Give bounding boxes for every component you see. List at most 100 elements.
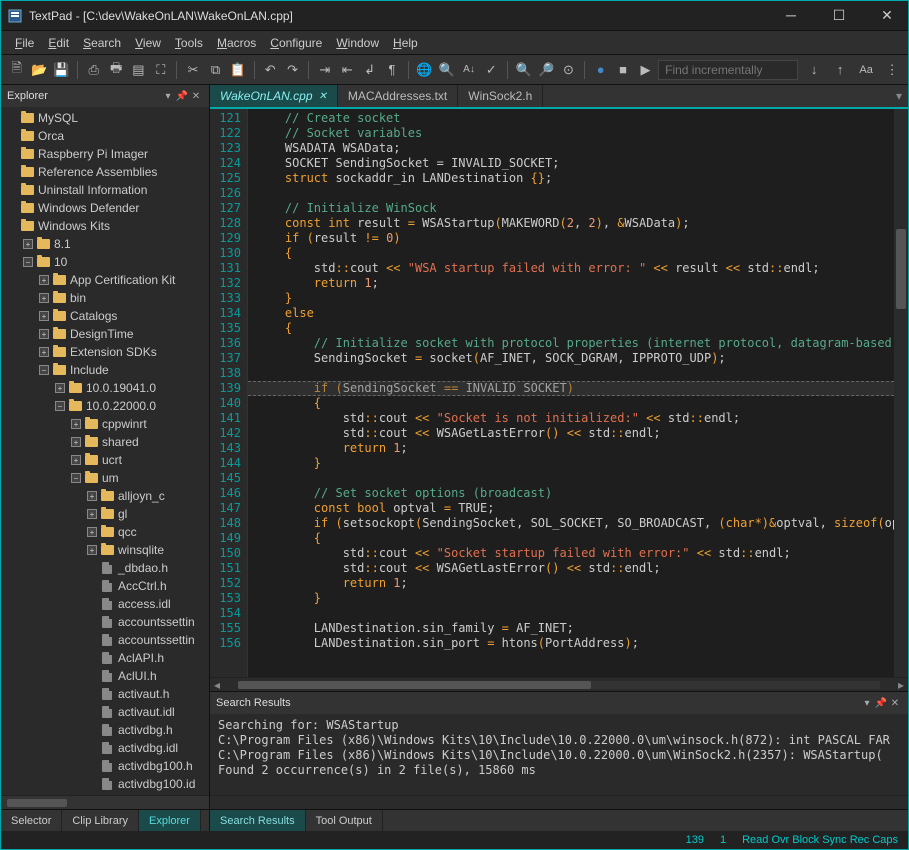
panel-pin-icon[interactable]: 📌 [175, 91, 189, 102]
code-line[interactable]: { [256, 396, 894, 411]
search-scrollbar-h[interactable] [210, 795, 908, 809]
code-line[interactable]: SOCKET SendingSocket = INVALID_SOCKET; [256, 156, 894, 171]
menu-file[interactable]: File [9, 36, 40, 50]
find-next-icon[interactable]: ↓ [804, 60, 824, 80]
output-tab-tool-output[interactable]: Tool Output [306, 810, 383, 831]
tree-twisty-icon[interactable]: + [37, 347, 51, 358]
find-prev-icon[interactable]: ↑ [830, 60, 850, 80]
editor-scrollbar-h[interactable]: ◂ ▸ [210, 677, 908, 691]
file-item[interactable]: activaut.h [1, 685, 209, 703]
file-item[interactable]: activdbg100.id [1, 775, 209, 793]
folder-item[interactable]: +gl [1, 505, 209, 523]
code-line[interactable]: const bool optval = TRUE; [256, 501, 894, 516]
menu-search[interactable]: Search [77, 36, 127, 50]
tree-twisty-icon[interactable]: + [21, 239, 35, 250]
folder-item[interactable]: Windows Kits [1, 217, 209, 235]
code-line[interactable]: } [256, 291, 894, 306]
new-file-icon[interactable]: 🗎 [7, 60, 26, 80]
side-tab-selector[interactable]: Selector [1, 810, 62, 831]
file-item[interactable]: accountssettin [1, 613, 209, 631]
folder-item[interactable]: Windows Defender [1, 199, 209, 217]
code-editor[interactable]: 1211221231241251261271281291301311321331… [210, 109, 908, 677]
code-line[interactable]: return 1; [256, 576, 894, 591]
menu-edit[interactable]: Edit [42, 36, 75, 50]
code-line[interactable]: std::cout << "Socket startup failed with… [256, 546, 894, 561]
file-tree[interactable]: MySQLOrcaRaspberry Pi ImagerReference As… [1, 107, 209, 795]
zoom-reset-icon[interactable]: ⊙ [559, 60, 578, 80]
folder-item[interactable]: +10.0.19041.0 [1, 379, 209, 397]
open-file-icon[interactable]: 📂 [29, 60, 48, 80]
folder-item[interactable]: −10 [1, 253, 209, 271]
panel-menu-icon[interactable]: ▾ [860, 698, 874, 709]
folder-item[interactable]: Orca [1, 127, 209, 145]
tree-twisty-icon[interactable]: − [53, 401, 67, 412]
minimize-button[interactable]: ─ [776, 7, 806, 24]
code-line[interactable]: { [256, 246, 894, 261]
folder-item[interactable]: +qcc [1, 523, 209, 541]
save-icon[interactable]: 💾 [52, 60, 71, 80]
tree-twisty-icon[interactable]: − [21, 257, 35, 268]
tree-scrollbar-h[interactable] [1, 795, 209, 809]
tree-twisty-icon[interactable]: + [85, 491, 99, 502]
code-line[interactable]: if (setsockopt(SendingSocket, SOL_SOCKET… [256, 516, 894, 531]
find-menu-icon[interactable]: ⋮ [882, 60, 902, 80]
menu-configure[interactable]: Configure [264, 36, 328, 50]
code-line[interactable]: std::cout << WSAGetLastError() << std::e… [256, 561, 894, 576]
sort-az-icon[interactable]: A↓ [459, 60, 478, 80]
file-item[interactable]: activdbg.idl [1, 739, 209, 757]
code-line[interactable] [256, 471, 894, 486]
search-result-line[interactable]: Searching for: WSAStartup [218, 718, 900, 733]
code-line[interactable]: LANDestination.sin_port = htons(PortAddr… [256, 636, 894, 651]
tree-twisty-icon[interactable]: + [85, 527, 99, 538]
code-line[interactable]: WSADATA WSAData; [256, 141, 894, 156]
side-tab-explorer[interactable]: Explorer [139, 810, 201, 831]
code-line[interactable]: // Set socket options (broadcast) [256, 486, 894, 501]
code-line[interactable]: return 1; [256, 441, 894, 456]
folder-item[interactable]: +bin [1, 289, 209, 307]
code-line[interactable]: const int result = WSAStartup(MAKEWORD(2… [256, 216, 894, 231]
file-item[interactable]: activaut.idl [1, 703, 209, 721]
folder-item[interactable]: +ucrt [1, 451, 209, 469]
match-case-icon[interactable]: Aa [856, 60, 876, 80]
code-line[interactable]: std::cout << "WSA startup failed with er… [256, 261, 894, 276]
tree-twisty-icon[interactable]: + [53, 383, 67, 394]
file-item[interactable]: _dbdao.h [1, 559, 209, 577]
output-tab-search-results[interactable]: Search Results [210, 810, 306, 831]
file-item[interactable]: activdbg.h [1, 721, 209, 739]
folder-item[interactable]: +DesignTime [1, 325, 209, 343]
code-line[interactable] [256, 186, 894, 201]
tree-twisty-icon[interactable]: + [69, 437, 83, 448]
code-line[interactable]: // Socket variables [256, 126, 894, 141]
file-item[interactable]: activdbg100.h [1, 757, 209, 775]
editor-tab[interactable]: WinSock2.h [458, 85, 543, 107]
panel-close-icon[interactable]: ✕ [888, 698, 902, 709]
folder-item[interactable]: +alljoyn_c [1, 487, 209, 505]
tree-twisty-icon[interactable]: + [37, 311, 51, 322]
code-line[interactable]: { [256, 531, 894, 546]
code-line[interactable]: return 1; [256, 276, 894, 291]
code-line[interactable] [256, 366, 894, 381]
tab-close-icon[interactable]: ✕ [319, 91, 327, 102]
code-line[interactable]: struct sockaddr_in LANDestination {}; [256, 171, 894, 186]
record-icon[interactable]: ● [591, 60, 610, 80]
code-line[interactable] [256, 606, 894, 621]
editor-tab[interactable]: MACAddresses.txt [338, 85, 458, 107]
folder-item[interactable]: +Catalogs [1, 307, 209, 325]
code-line[interactable]: if (result != 0) [256, 231, 894, 246]
menu-tools[interactable]: Tools [169, 36, 209, 50]
undo-icon[interactable]: ↶ [261, 60, 280, 80]
search-result-line[interactable]: C:\Program Files (x86)\Windows Kits\10\I… [218, 733, 900, 748]
paste-icon[interactable]: 📋 [228, 60, 247, 80]
code-line[interactable]: // Initialize socket with protocol prope… [256, 336, 894, 351]
spellcheck-icon[interactable]: ✓ [482, 60, 501, 80]
code-line[interactable]: // Initialize WinSock [256, 201, 894, 216]
copy-icon[interactable]: ⧉ [206, 60, 225, 80]
print-preview-icon[interactable]: ▤ [129, 60, 148, 80]
cut-icon[interactable]: ✂ [183, 60, 202, 80]
editor-scrollbar-v[interactable] [894, 109, 908, 677]
outdent-icon[interactable]: ⇤ [338, 60, 357, 80]
search-result-line[interactable]: C:\Program Files (x86)\Windows Kits\10\I… [218, 748, 900, 763]
folder-item[interactable]: Reference Assemblies [1, 163, 209, 181]
play-icon[interactable]: ▶ [636, 60, 655, 80]
find-input[interactable] [658, 60, 798, 80]
